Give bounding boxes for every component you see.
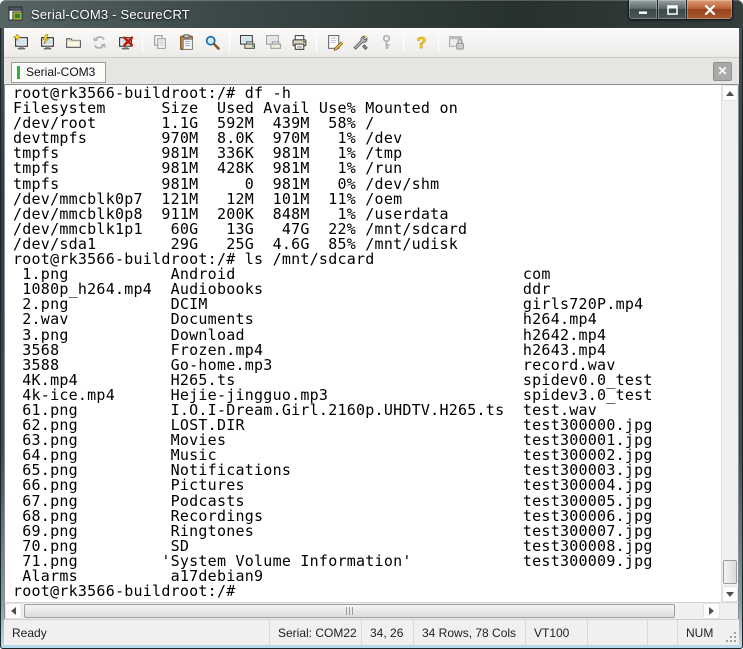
status-emulation: VT100 bbox=[525, 620, 587, 645]
terminal-area: root@rk3566-buildroot:/# df -h Filesyste… bbox=[4, 84, 739, 602]
window-title: Serial-COM3 - SecureCRT bbox=[31, 6, 190, 22]
paste-button[interactable] bbox=[173, 30, 199, 55]
print-icon bbox=[291, 34, 308, 51]
status-num-lock: NUM bbox=[677, 620, 723, 645]
status-ready: Ready bbox=[12, 625, 47, 640]
paste-icon bbox=[178, 34, 195, 51]
scroll-down-button[interactable] bbox=[722, 586, 738, 602]
grip-icon bbox=[346, 607, 353, 615]
toolbar-separator bbox=[403, 32, 404, 53]
tabbar-close-button[interactable]: ✕ bbox=[713, 61, 732, 81]
session-options-button[interactable] bbox=[321, 30, 347, 55]
horizontal-scroll-thumb[interactable] bbox=[24, 604, 675, 618]
reconnect-icon bbox=[91, 34, 108, 51]
global-options-button[interactable] bbox=[347, 30, 373, 55]
copy-icon bbox=[152, 34, 169, 51]
global-options-icon bbox=[352, 34, 369, 51]
session-lock-icon bbox=[448, 34, 465, 51]
find-icon bbox=[204, 34, 221, 51]
status-terminal-size: 34 Rows, 78 Cols bbox=[413, 620, 525, 645]
status-blank-1 bbox=[587, 620, 647, 645]
status-bar: Ready Serial: COM22 34, 26 34 Rows, 78 C… bbox=[4, 619, 739, 645]
connect-icon bbox=[39, 34, 56, 51]
title-bar[interactable]: Serial-COM3 - SecureCRT bbox=[0, 0, 743, 28]
arrow-down-icon bbox=[726, 591, 734, 597]
scroll-left-button[interactable] bbox=[5, 603, 22, 619]
print-screen-button[interactable] bbox=[234, 30, 260, 55]
window-controls bbox=[628, 0, 733, 20]
print-selection-icon bbox=[265, 34, 282, 51]
keymap-icon bbox=[378, 34, 395, 51]
svg-text:?: ? bbox=[416, 35, 426, 51]
scroll-up-button[interactable] bbox=[722, 85, 738, 101]
toolbar: ? bbox=[4, 28, 739, 58]
keymap-button bbox=[373, 30, 399, 55]
toolbar-separator bbox=[438, 32, 439, 53]
resize-grip[interactable] bbox=[723, 620, 739, 645]
session-lock-button bbox=[443, 30, 469, 55]
status-serial-port: Serial: COM22 bbox=[269, 620, 361, 645]
arrow-left-icon bbox=[11, 607, 16, 615]
connect-in-tab-icon bbox=[65, 34, 82, 51]
quick-connect-icon bbox=[12, 34, 30, 51]
connect-in-tab-button[interactable] bbox=[60, 30, 86, 55]
status-cursor-position: 34, 26 bbox=[361, 620, 413, 645]
tab-status-indicator bbox=[17, 65, 20, 79]
copy-button bbox=[147, 30, 173, 55]
horizontal-scroll-track[interactable] bbox=[22, 603, 703, 619]
disconnect-icon bbox=[117, 34, 134, 51]
horizontal-scrollbar[interactable] bbox=[4, 602, 739, 619]
maximize-button[interactable] bbox=[658, 0, 687, 19]
app-icon bbox=[8, 6, 24, 22]
vertical-scrollbar[interactable] bbox=[721, 85, 738, 602]
terminal-output[interactable]: root@rk3566-buildroot:/# df -h Filesyste… bbox=[5, 85, 721, 602]
help-button[interactable]: ? bbox=[408, 30, 434, 55]
toolbar-separator bbox=[229, 32, 230, 53]
print-screen-icon bbox=[239, 34, 256, 51]
close-icon: ✕ bbox=[717, 64, 728, 78]
tab-label: Serial-COM3 bbox=[26, 65, 96, 79]
toolbar-separator bbox=[316, 32, 317, 53]
scrollbar-corner bbox=[720, 603, 738, 619]
vertical-scroll-thumb[interactable] bbox=[723, 560, 737, 584]
tab-bar: Serial-COM3 ✕ bbox=[4, 58, 739, 84]
session-tab[interactable]: Serial-COM3 bbox=[11, 61, 107, 83]
print-button[interactable] bbox=[286, 30, 312, 55]
minimize-button[interactable] bbox=[629, 0, 658, 19]
quick-connect-button[interactable] bbox=[8, 30, 34, 55]
print-selection-button bbox=[260, 30, 286, 55]
arrow-right-icon bbox=[709, 607, 714, 615]
scroll-right-button[interactable] bbox=[703, 603, 720, 619]
find-button[interactable] bbox=[199, 30, 225, 55]
reconnect-button bbox=[86, 30, 112, 55]
disconnect-button[interactable] bbox=[112, 30, 138, 55]
close-button[interactable] bbox=[687, 0, 732, 19]
securecrt-window: Serial-COM3 - SecureCRT ? Serial-COM3 ✕ bbox=[0, 0, 743, 649]
toolbar-separator bbox=[142, 32, 143, 53]
connect-button[interactable] bbox=[34, 30, 60, 55]
arrow-up-icon bbox=[726, 90, 734, 96]
help-icon: ? bbox=[413, 34, 430, 51]
status-blank-2 bbox=[647, 620, 677, 645]
vertical-scroll-track[interactable] bbox=[722, 101, 738, 586]
session-options-icon bbox=[326, 34, 343, 51]
